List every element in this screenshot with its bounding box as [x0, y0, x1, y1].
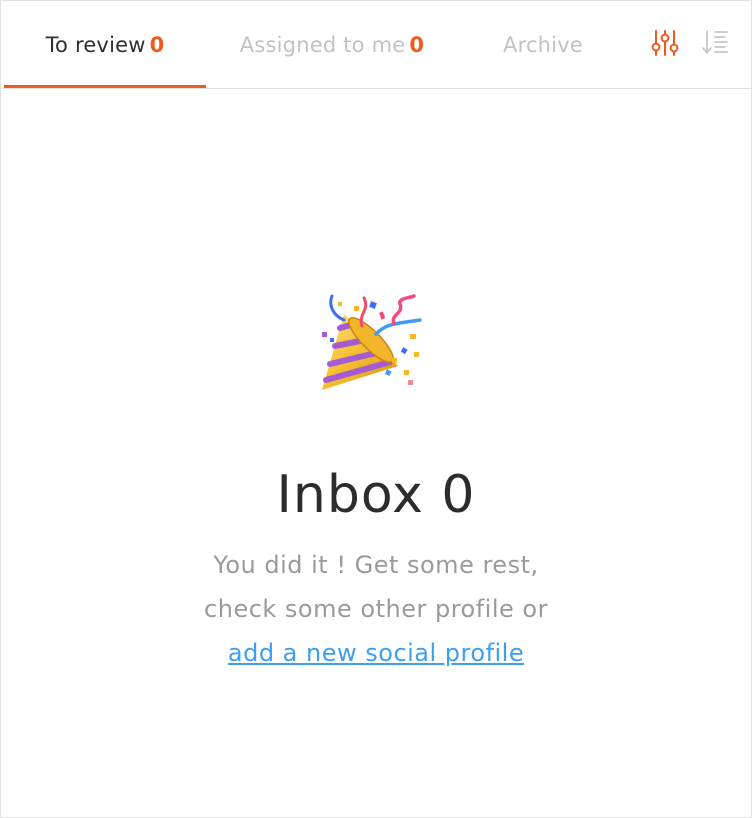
- tab-bar: To review 0 Assigned to me 0 Archive: [1, 1, 751, 89]
- tab-count-badge: 0: [149, 33, 165, 57]
- empty-state: Inbox 0 You did it ! Get some rest, chec…: [1, 89, 751, 817]
- sort-button[interactable]: [701, 28, 731, 58]
- add-social-profile-link[interactable]: add a new social profile: [228, 639, 524, 667]
- tab-label: To review: [45, 33, 146, 57]
- tab-label: Assigned to me: [239, 33, 406, 57]
- tab-to-review[interactable]: To review 0: [4, 1, 206, 88]
- empty-state-link-wrap: add a new social profile: [1, 639, 751, 667]
- tab-label: Archive: [503, 33, 583, 57]
- sliders-icon: [651, 30, 679, 56]
- party-popper-icon: [322, 294, 422, 390]
- tab-archive[interactable]: Archive: [479, 1, 607, 88]
- sort-list-icon: [702, 30, 728, 54]
- tab-count-badge: 0: [409, 33, 425, 57]
- empty-state-title: Inbox 0: [276, 465, 476, 525]
- tab-assigned-to-me[interactable]: Assigned to me 0: [223, 1, 441, 88]
- empty-state-message-line1: You did it ! Get some rest,: [213, 551, 539, 579]
- empty-state-message-line2: check some other profile or: [204, 595, 548, 623]
- filter-button[interactable]: [650, 28, 680, 58]
- inbox-panel: To review 0 Assigned to me 0 Archive Inb…: [0, 0, 752, 818]
- active-tab-indicator: [4, 85, 206, 88]
